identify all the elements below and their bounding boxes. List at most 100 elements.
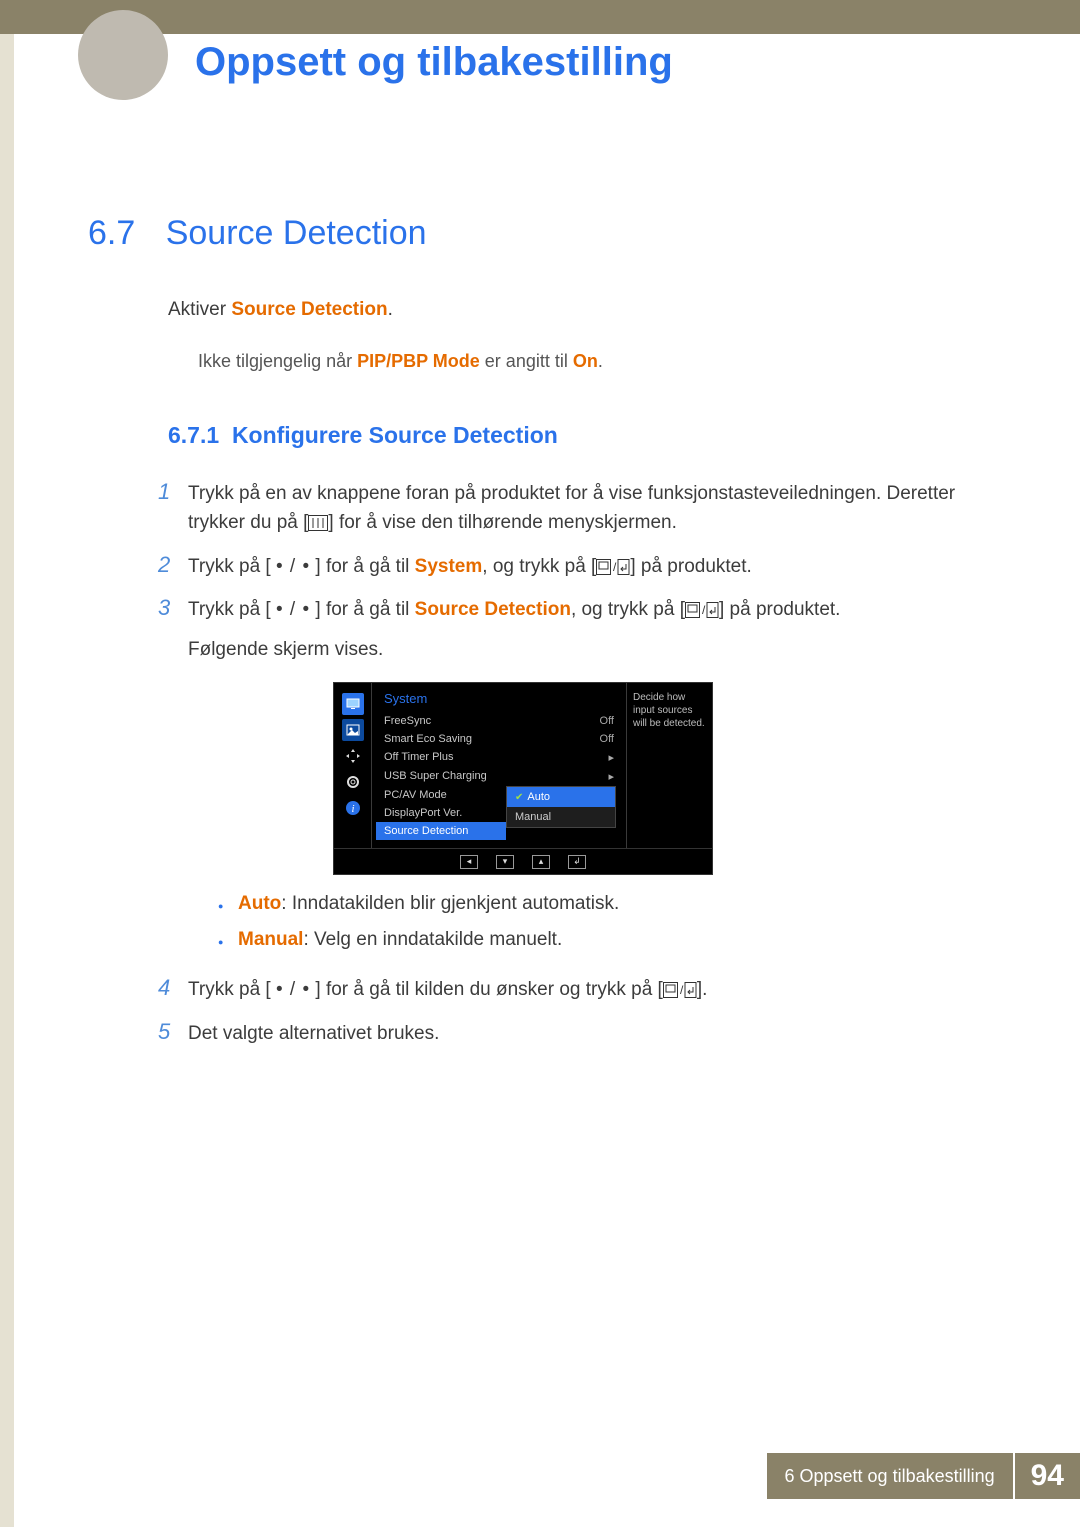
ok-enter-icon: / bbox=[596, 559, 630, 575]
intro-highlight: Source Detection bbox=[231, 299, 387, 320]
osd-screenshot: i System FreeSync Off Smart Eco Saving Off… bbox=[333, 682, 995, 875]
osd-row-value: Off bbox=[600, 715, 614, 727]
bullet-dot: ● bbox=[218, 929, 238, 955]
osd-row-usb: USB Super Charging ▸ bbox=[376, 767, 626, 786]
page-content: 6.7 Source Detection Aktiver Source Dete… bbox=[0, 34, 1080, 1048]
step-body: Trykk på [ • / • ] for å gå til Source D… bbox=[188, 595, 995, 664]
steps-list: 1 Trykk på en av knappene foran på produ… bbox=[158, 479, 995, 664]
section-number: 6.7 bbox=[88, 214, 135, 252]
step-highlight: Source Detection bbox=[415, 599, 571, 620]
osd-row-value: Off bbox=[600, 733, 614, 745]
step-body: Trykk på [ • / • ] for å gå til System, … bbox=[188, 552, 995, 581]
osd-nav-bar: ◂ ▾ ▴ ↲ bbox=[334, 848, 712, 874]
step-number: 2 bbox=[158, 552, 188, 578]
osd-row-label: Smart Eco Saving bbox=[384, 733, 472, 745]
osd-sidebar: i bbox=[334, 683, 372, 848]
note-mid: er angitt til bbox=[480, 351, 573, 371]
step-number: 3 bbox=[158, 595, 188, 621]
intro-paragraph: Aktiver Source Detection. bbox=[168, 299, 995, 321]
svg-text:/: / bbox=[702, 603, 706, 617]
osd-dropdown-auto: Auto bbox=[507, 787, 615, 807]
ok-enter-icon: / bbox=[663, 982, 697, 998]
osd-row-sourcedetect: Source Detection bbox=[376, 822, 506, 840]
step-body: Det valgte alternativet brukes. bbox=[188, 1019, 995, 1048]
step-dots: • / • bbox=[276, 979, 310, 1000]
osd-row-freesync: FreeSync Off bbox=[376, 712, 626, 730]
step-text: ] for å gå til kilden du ønsker og trykk… bbox=[310, 979, 663, 1000]
step-1: 1 Trykk på en av knappene foran på produ… bbox=[158, 479, 995, 538]
gear-icon bbox=[342, 771, 364, 793]
step-text: ] på produktet. bbox=[630, 556, 751, 577]
svg-text:/: / bbox=[680, 983, 684, 997]
top-band bbox=[0, 0, 1080, 34]
step-body: Trykk på en av knappene foran på produkt… bbox=[188, 479, 995, 538]
step-text: , og trykk på [ bbox=[571, 599, 685, 620]
step-dots: • / • bbox=[276, 599, 310, 620]
osd-main: System FreeSync Off Smart Eco Saving Off O… bbox=[372, 683, 626, 848]
footer-page-number: 94 bbox=[1015, 1453, 1080, 1499]
note-hl-1: PIP/PBP Mode bbox=[357, 351, 480, 371]
osd-dropdown-manual: Manual bbox=[507, 807, 615, 827]
step-text: ] for å vise den tilhørende menyskjermen… bbox=[328, 512, 677, 533]
nav-up-icon: ▴ bbox=[532, 855, 550, 869]
osd-row-value: ▸ bbox=[608, 751, 614, 764]
step-number: 5 bbox=[158, 1019, 188, 1045]
bullet-text: : Velg en inndatakilde manuelt. bbox=[303, 929, 562, 950]
step-5: 5 Det valgte alternativet brukes. bbox=[158, 1019, 995, 1048]
nav-down-icon: ▾ bbox=[496, 855, 514, 869]
step-body: Trykk på [ • / • ] for å gå til kilden d… bbox=[188, 975, 995, 1004]
step-text: ] for å gå til bbox=[310, 599, 415, 620]
osd-panel: i System FreeSync Off Smart Eco Saving Off… bbox=[333, 682, 713, 875]
step-number: 1 bbox=[158, 479, 188, 505]
step-text: ] på produktet. bbox=[719, 599, 840, 620]
chapter-circle bbox=[78, 10, 168, 100]
subsection-heading: 6.7.1 Konfigurere Source Detection bbox=[168, 422, 995, 449]
chapter-title: Oppsett og tilbakestilling bbox=[195, 40, 673, 85]
step-dots: • / • bbox=[276, 556, 310, 577]
osd-row-label: USB Super Charging bbox=[384, 770, 487, 783]
step-text: Trykk på [ bbox=[188, 979, 276, 1000]
subsection-number: 6.7.1 bbox=[168, 422, 219, 448]
intro-pre: Aktiver bbox=[168, 299, 231, 320]
info-icon: i bbox=[342, 797, 364, 819]
osd-tab-title: System bbox=[376, 691, 626, 712]
step-text: Trykk på [ bbox=[188, 599, 276, 620]
steps-list-cont: 4 Trykk på [ • / • ] for å gå til kilden… bbox=[158, 975, 995, 1048]
bullet-dot: ● bbox=[218, 893, 238, 919]
bullet-highlight: Auto bbox=[238, 893, 281, 914]
note-hl-2: On bbox=[573, 351, 598, 371]
step-text: , og trykk på [ bbox=[482, 556, 596, 577]
note-paragraph: Ikke tilgjengelig når PIP/PBP Mode er an… bbox=[198, 351, 995, 372]
bullet-manual: ● Manual: Velg en inndatakilde manuelt. bbox=[218, 929, 995, 955]
subsection-title: Konfigurere Source Detection bbox=[232, 422, 558, 448]
osd-row-label: Source Detection bbox=[384, 825, 468, 837]
step-text: Trykk på [ bbox=[188, 556, 276, 577]
step-text: ]. bbox=[697, 979, 708, 1000]
bullet-auto: ● Auto: Inndatakilden blir gjenkjent aut… bbox=[218, 893, 995, 919]
step-number: 4 bbox=[158, 975, 188, 1001]
step-after-text: Følgende skjerm vises. bbox=[188, 635, 995, 664]
left-band bbox=[0, 34, 14, 1527]
ok-enter-icon: / bbox=[685, 602, 719, 618]
osd-dropdown: Auto Manual bbox=[506, 786, 616, 828]
osd-help-text: Decide how input sources will be detecte… bbox=[626, 683, 712, 848]
bullet-text: : Inndatakilden blir gjenkjent automatis… bbox=[281, 893, 619, 914]
intro-post: . bbox=[388, 299, 393, 320]
step-4: 4 Trykk på [ • / • ] for å gå til kilden… bbox=[158, 975, 995, 1004]
step-highlight: System bbox=[415, 556, 483, 577]
osd-row-value: ▸ bbox=[608, 770, 614, 783]
footer-chapter-label: 6 Oppsett og tilbakestilling bbox=[767, 1453, 1015, 1499]
move-icon bbox=[342, 745, 364, 767]
step-text: ] for å gå til bbox=[310, 556, 415, 577]
step-2: 2 Trykk på [ • / • ] for å gå til System… bbox=[158, 552, 995, 581]
osd-row-label: Off Timer Plus bbox=[384, 751, 453, 764]
osd-row-label: FreeSync bbox=[384, 715, 431, 727]
bullet-list: ● Auto: Inndatakilden blir gjenkjent aut… bbox=[218, 893, 995, 955]
osd-row-eco: Smart Eco Saving Off bbox=[376, 730, 626, 748]
section-heading: 6.7 Source Detection bbox=[88, 214, 995, 253]
osd-row-label: PC/AV Mode bbox=[384, 789, 447, 801]
osd-row-offtimer: Off Timer Plus ▸ bbox=[376, 748, 626, 767]
picture-icon bbox=[342, 719, 364, 741]
nav-left-icon: ◂ bbox=[460, 855, 478, 869]
section-title: Source Detection bbox=[166, 214, 427, 252]
